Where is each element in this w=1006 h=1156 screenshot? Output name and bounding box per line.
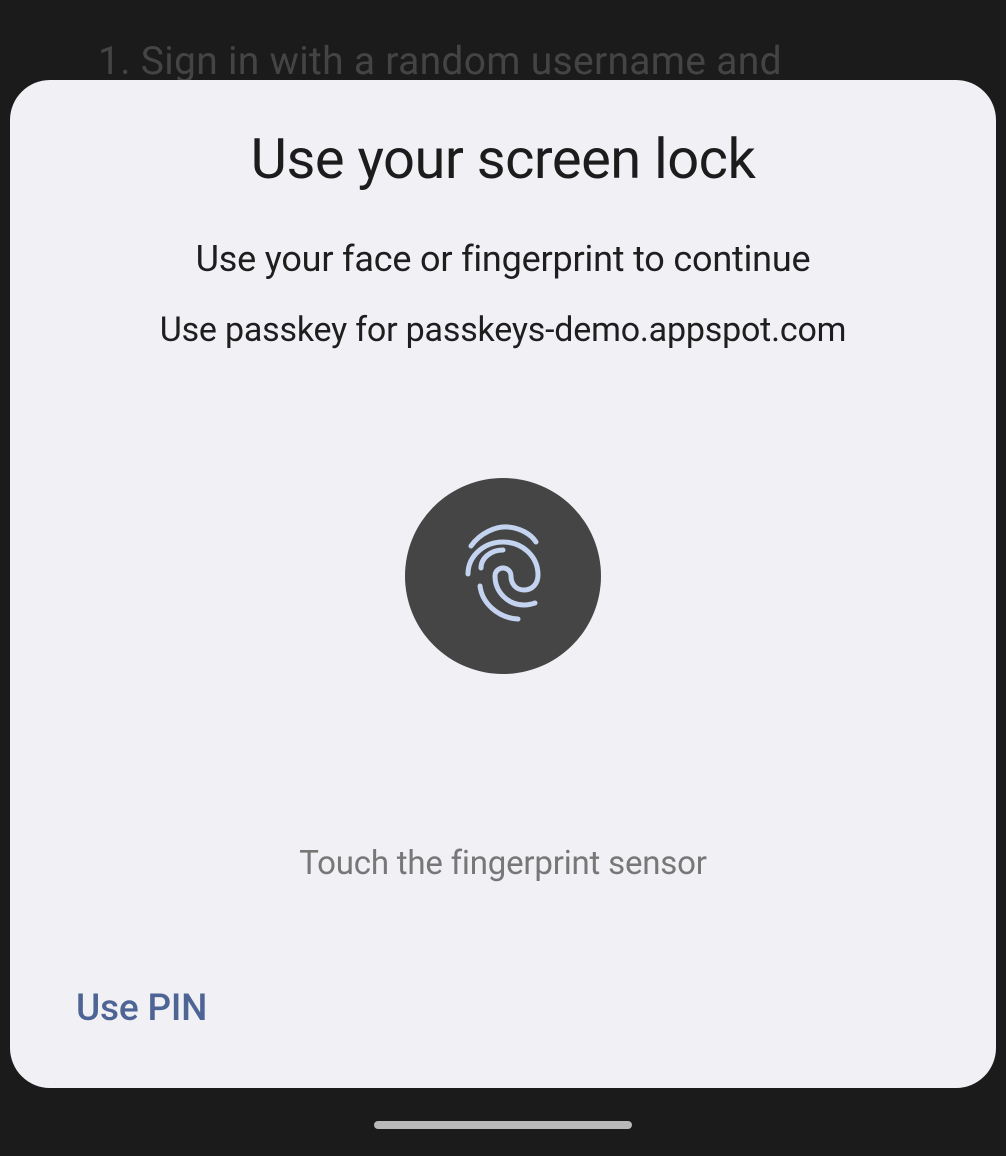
sheet-subtitle: Use your face or fingerprint to continue [70, 238, 936, 280]
fingerprint-sensor-area [70, 478, 936, 674]
use-pin-button[interactable]: Use PIN [76, 987, 207, 1030]
sheet-actions: Use PIN [70, 987, 936, 1048]
fingerprint-icon [458, 524, 548, 628]
system-navigation-bar [0, 1094, 1006, 1156]
fingerprint-hint: Touch the fingerprint sensor [70, 844, 936, 883]
fingerprint-sensor[interactable] [405, 478, 601, 674]
biometric-prompt-sheet: Use your screen lock Use your face or fi… [10, 80, 996, 1088]
sheet-title: Use your screen lock [70, 126, 936, 192]
relying-party-line: Use passkey for passkeys-demo.appspot.co… [70, 310, 936, 350]
gesture-nav-pill[interactable] [374, 1121, 632, 1129]
